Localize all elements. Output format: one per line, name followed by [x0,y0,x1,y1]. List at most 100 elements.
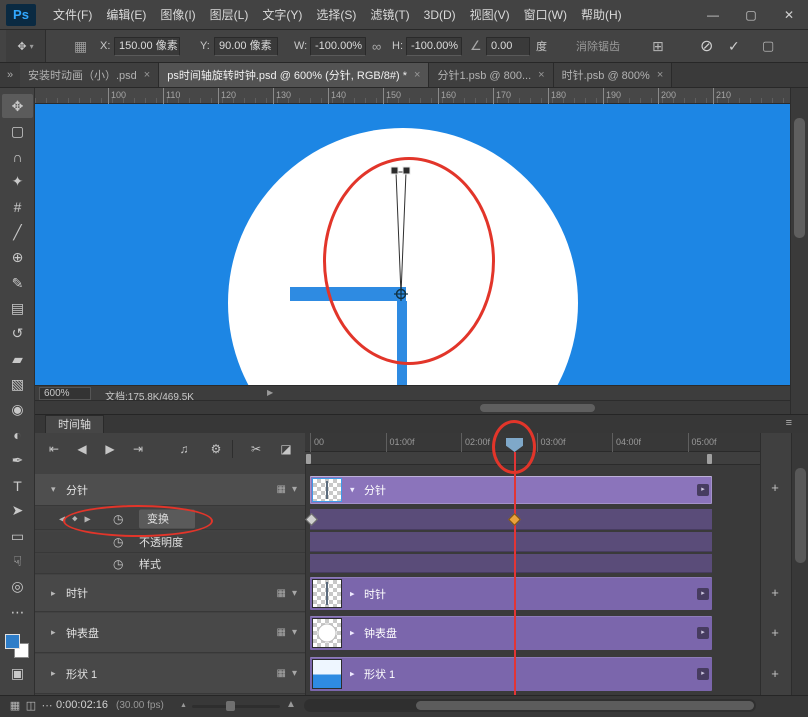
stopwatch-icon[interactable]: ◷ [113,535,123,549]
menu-item-9[interactable]: 窗口(W) [517,6,574,23]
track-bar-minute-hand[interactable]: ▾ 分针 ▸ [310,476,712,504]
disclosure-icon[interactable]: ▸ [51,668,64,679]
move-tool[interactable]: ✥ [2,94,33,118]
tab-timeline[interactable]: 时间轴 [45,415,104,434]
canvas-vertical-scrollbar[interactable] [790,88,808,414]
timeline-zoom-slider[interactable] [192,705,280,708]
disclosure-icon[interactable]: ▸ [350,628,355,639]
quick-selection-tool[interactable]: ✦ [2,170,33,194]
menu-item-10[interactable]: 帮助(H) [574,6,629,23]
healing-brush-tool[interactable]: ⊕ [2,246,33,270]
property-row-opacity[interactable]: ◷ 不透明度 [35,532,305,553]
track-bar-clock-face[interactable]: ▸ 钟表盘 ▸ [310,616,712,650]
filmstrip-icon[interactable]: ▦ [277,627,286,638]
close-button[interactable]: ✕ [778,8,800,22]
zoom-in-icon[interactable]: ▲ [286,699,296,710]
menu-item-5[interactable]: 选择(S) [309,6,363,23]
tab-close-icon[interactable]: × [538,69,544,81]
disclosure-icon[interactable]: ▸ [51,627,64,638]
filmstrip-icon[interactable]: ▦ [277,668,286,679]
document-tab-2[interactable]: 分针1.psb @ 800...× [429,63,553,87]
warp-toggle-icon[interactable]: ⊞ [652,30,664,62]
clone-stamp-tool[interactable]: ▤ [2,296,33,320]
next-keyframe-icon[interactable]: ▶ [85,514,91,523]
eraser-tool[interactable]: ▰ [2,347,33,371]
scrollbar-thumb[interactable] [794,118,805,238]
tab-close-icon[interactable]: × [414,69,420,81]
style-keyframe-lane[interactable] [310,554,712,573]
disclosure-icon[interactable]: ▸ [350,669,355,680]
blur-tool[interactable]: ◉ [2,398,33,422]
layer-row-clock-face[interactable]: ▸ 钟表盘 ▦ ▾ [35,613,305,653]
previous-frame-button[interactable]: ◀ [70,439,94,459]
caret-down-icon[interactable]: ▾ [292,588,297,599]
menu-item-2[interactable]: 图像(I) [153,6,202,23]
zoom-slider-thumb[interactable] [226,701,235,711]
menu-item-3[interactable]: 图层(L) [203,6,256,23]
marquee-tool[interactable]: ▢ [2,119,33,143]
menu-item-1[interactable]: 编辑(E) [99,6,153,23]
track-bar-hour-hand[interactable]: ▸ 时针 ▸ [310,577,712,610]
stopwatch-icon[interactable]: ◷ [113,557,123,571]
clip-options-icon[interactable]: ▸ [697,588,709,600]
pen-tool[interactable]: ✒ [2,448,33,472]
document-canvas[interactable] [35,104,790,385]
layer-row-minute-hand[interactable]: ▾ 分针 ▦ ▾ [35,474,305,506]
path-selection-tool[interactable]: ➤ [2,499,33,523]
reference-point-locator[interactable]: ▦ [74,30,87,62]
timeline-settings-button[interactable]: ⚙ [204,439,228,459]
horizontal-ruler[interactable]: 100110120130140150160170180190200210 [35,88,790,104]
render-video-icon[interactable]: ◫ [24,699,38,712]
brush-tool[interactable]: ✎ [2,271,33,295]
add-media-button[interactable]: + [765,625,785,640]
filmstrip-icon[interactable]: ▦ [277,588,286,599]
scrollbar-thumb[interactable] [480,404,595,412]
zoom-tool[interactable]: ◎ [2,575,33,599]
dodge-tool[interactable]: ◐ [2,423,33,447]
work-area-bar[interactable] [305,452,760,465]
work-area-start-handle[interactable] [306,454,311,464]
tab-close-icon[interactable]: × [144,69,150,81]
keyframe-diamond-icon[interactable]: ◆ [72,515,77,523]
disclosure-icon[interactable]: ▸ [51,588,64,599]
disclosure-icon[interactable]: ▾ [350,485,355,496]
add-media-button[interactable]: + [765,480,785,495]
document-tab-0[interactable]: 安装时动画（小）.psd× [20,63,159,87]
zoom-level-input[interactable]: 600% [39,387,91,400]
work-area-end-handle[interactable] [707,454,712,464]
add-media-button[interactable]: + [765,585,785,600]
hand-tool[interactable]: ☟ [2,549,33,573]
layer-row-shape-1[interactable]: ▸ 形状 1 ▦ ▾ [35,654,305,694]
quick-mask-button[interactable]: ▣ [8,664,27,682]
menu-item-0[interactable]: 文件(F) [46,6,99,23]
panel-menu-icon[interactable]: ≡ [786,417,792,429]
next-frame-button[interactable]: ⇥ [126,439,150,459]
timeline-vertical-scrollbar[interactable] [791,433,808,695]
opacity-keyframe-lane[interactable] [310,532,712,552]
menu-item-6[interactable]: 滤镜(T) [363,6,416,23]
convert-to-frame-animation-icon[interactable]: ▦ [8,699,22,712]
property-row-transform[interactable]: ◀ ◆ ▶ ◷ 变换 [35,508,305,530]
double-chevron-icon[interactable]: » [0,63,20,87]
document-tab-3[interactable]: 时针.psb @ 800%× [554,63,673,87]
history-brush-tool[interactable]: ↺ [2,322,33,346]
cancel-transform-icon[interactable]: ⊘ [700,30,713,62]
transitions-button[interactable]: ◪ [274,439,298,459]
disclosure-icon[interactable]: ▾ [51,484,64,495]
menu-item-7[interactable]: 3D(D) [417,8,463,22]
lasso-tool[interactable]: ∩ [2,145,33,169]
disclosure-icon[interactable]: ▸ [350,588,355,599]
clip-options-icon[interactable]: ▸ [697,627,709,639]
link-dimensions-icon[interactable]: ∞ [372,30,381,62]
go-to-first-frame-button[interactable]: ⇤ [42,439,66,459]
foreground-color-swatch[interactable] [5,634,20,649]
zoom-out-icon[interactable]: ▲ [180,702,187,709]
more-options-icon[interactable]: ⋯ [40,699,54,712]
height-input[interactable]: -100.00% [406,37,462,56]
type-tool[interactable]: T [2,474,33,498]
crop-tool[interactable]: # [2,195,33,219]
property-row-style[interactable]: ◷ 样式 [35,555,305,574]
menu-item-4[interactable]: 文字(Y) [255,6,309,23]
gradient-tool[interactable]: ▧ [2,372,33,396]
scrollbar-thumb[interactable] [416,701,754,710]
